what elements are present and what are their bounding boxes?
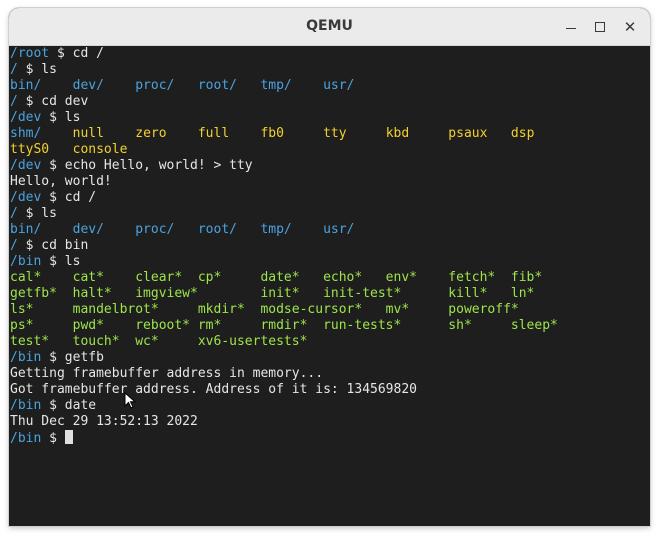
terminal-line: ttyS0 console bbox=[10, 142, 650, 158]
minimize-icon bbox=[566, 28, 576, 29]
terminal-text: /root bbox=[10, 46, 50, 61]
terminal-text: bin/ dev/ proc/ root/ tmp/ usr/ bbox=[10, 222, 355, 237]
terminal-line: /root $ cd / bbox=[10, 46, 650, 62]
terminal-line: / $ cd dev bbox=[10, 94, 650, 110]
terminal-text: bin/ dev/ proc/ root/ tmp/ usr/ bbox=[10, 78, 355, 93]
terminal-text: Getting framebuffer address in memory... bbox=[10, 366, 324, 381]
terminal-line: /dev $ ls bbox=[10, 110, 650, 126]
terminal-text: $ ls bbox=[41, 110, 81, 125]
terminal-text: ps* pwd* reboot* rm* rmdir* run-tests* s… bbox=[10, 318, 558, 333]
terminal-text: /bin bbox=[10, 350, 42, 365]
terminal-text: $ ls bbox=[41, 254, 81, 269]
terminal-text: $ cd bin bbox=[17, 238, 89, 253]
terminal-line: / $ cd bin bbox=[10, 238, 650, 254]
text-cursor bbox=[64, 430, 73, 444]
terminal-line: ps* pwd* reboot* rm* rmdir* run-tests* s… bbox=[10, 318, 650, 334]
terminal-line: test* touch* wc* xv6-usertests* bbox=[10, 334, 650, 350]
terminal-text: getfb* halt* imgview* init* init-test* k… bbox=[10, 286, 535, 301]
terminal-text: $ ls bbox=[17, 206, 57, 221]
close-icon: ✕ bbox=[623, 18, 637, 36]
terminal-line: /bin $ bbox=[10, 430, 650, 446]
terminal-text: /bin bbox=[10, 431, 42, 446]
terminal-line: getfb* halt* imgview* init* init-test* k… bbox=[10, 286, 650, 302]
mouse-pointer-icon bbox=[124, 392, 137, 409]
terminal-text: $ getfb bbox=[41, 350, 104, 365]
title-bar[interactable]: QEMU ✕ bbox=[9, 8, 650, 46]
terminal-line: Hello, world! bbox=[10, 174, 650, 190]
terminal-line: / $ ls bbox=[10, 206, 650, 222]
terminal-text: cal* cat* clear* cp* date* echo* env* fe… bbox=[10, 270, 543, 285]
terminal-text: test* touch* wc* xv6-usertests* bbox=[10, 334, 308, 349]
close-button[interactable]: ✕ bbox=[618, 15, 642, 39]
terminal-text: /dev bbox=[10, 110, 42, 125]
terminal-text: /dev bbox=[10, 190, 42, 205]
terminal-text: $ echo Hello, world! > tty bbox=[41, 158, 253, 173]
terminal-text: Thu Dec 29 13:52:13 2022 bbox=[10, 414, 198, 429]
terminal-text: ls* mandelbrot* mkdir* modse-cursor* mv*… bbox=[10, 302, 519, 317]
terminal-text: /bin bbox=[10, 254, 42, 269]
terminal-text: / bbox=[10, 206, 18, 221]
terminal-text: null zero full fb0 tty kbd psaux dsp bbox=[72, 126, 535, 141]
terminal-text: Got framebuffer address. Address of it i… bbox=[10, 382, 417, 397]
terminal-line: shm/ null zero full fb0 tty kbd psaux ds… bbox=[10, 126, 650, 142]
terminal-text: $ date bbox=[41, 398, 97, 413]
terminal-line: Thu Dec 29 13:52:13 2022 bbox=[10, 414, 650, 430]
terminal-line: cal* cat* clear* cp* date* echo* env* fe… bbox=[10, 270, 650, 286]
terminal-line: /bin $ date bbox=[10, 398, 650, 414]
terminal-line: /bin $ ls bbox=[10, 254, 650, 270]
terminal-text: $ cd / bbox=[41, 190, 97, 205]
qemu-window: QEMU ✕ /root $ cd / / $ ls bin/ dev/ proc/… bbox=[9, 8, 650, 526]
terminal-line: Got framebuffer address. Address of it i… bbox=[10, 382, 650, 398]
terminal-text: $ ls bbox=[17, 62, 57, 77]
terminal-text: / bbox=[10, 238, 18, 253]
minimize-button[interactable] bbox=[559, 15, 583, 39]
terminal-text: / bbox=[10, 94, 18, 109]
maximize-icon bbox=[595, 22, 605, 32]
terminal-screen[interactable]: /root $ cd / / $ ls bin/ dev/ proc/ root/ … bbox=[9, 46, 650, 526]
terminal-line: /bin $ getfb bbox=[10, 350, 650, 366]
terminal-text: Hello, world! bbox=[10, 174, 112, 189]
window-title: QEMU bbox=[306, 18, 353, 34]
terminal-text: /bin bbox=[10, 398, 42, 413]
terminal-text: ttyS0 console bbox=[10, 142, 128, 157]
terminal-line: /dev $ cd / bbox=[10, 190, 650, 206]
terminal-line: /dev $ echo Hello, world! > tty bbox=[10, 158, 650, 174]
terminal-line: bin/ dev/ proc/ root/ tmp/ usr/ bbox=[10, 78, 650, 94]
terminal-line: Getting framebuffer address in memory... bbox=[10, 366, 650, 382]
terminal-text: / bbox=[10, 62, 18, 77]
terminal-line: / $ ls bbox=[10, 62, 650, 78]
terminal-line: bin/ dev/ proc/ root/ tmp/ usr/ bbox=[10, 222, 650, 238]
terminal-text: /dev bbox=[10, 158, 42, 173]
terminal-line: ls* mandelbrot* mkdir* modse-cursor* mv*… bbox=[10, 302, 650, 318]
terminal-text: $ cd / bbox=[49, 46, 104, 61]
terminal-text: $ bbox=[41, 431, 65, 446]
terminal-text: shm/ bbox=[10, 126, 73, 141]
terminal-text: $ cd dev bbox=[17, 94, 89, 109]
maximize-button[interactable] bbox=[588, 15, 612, 39]
